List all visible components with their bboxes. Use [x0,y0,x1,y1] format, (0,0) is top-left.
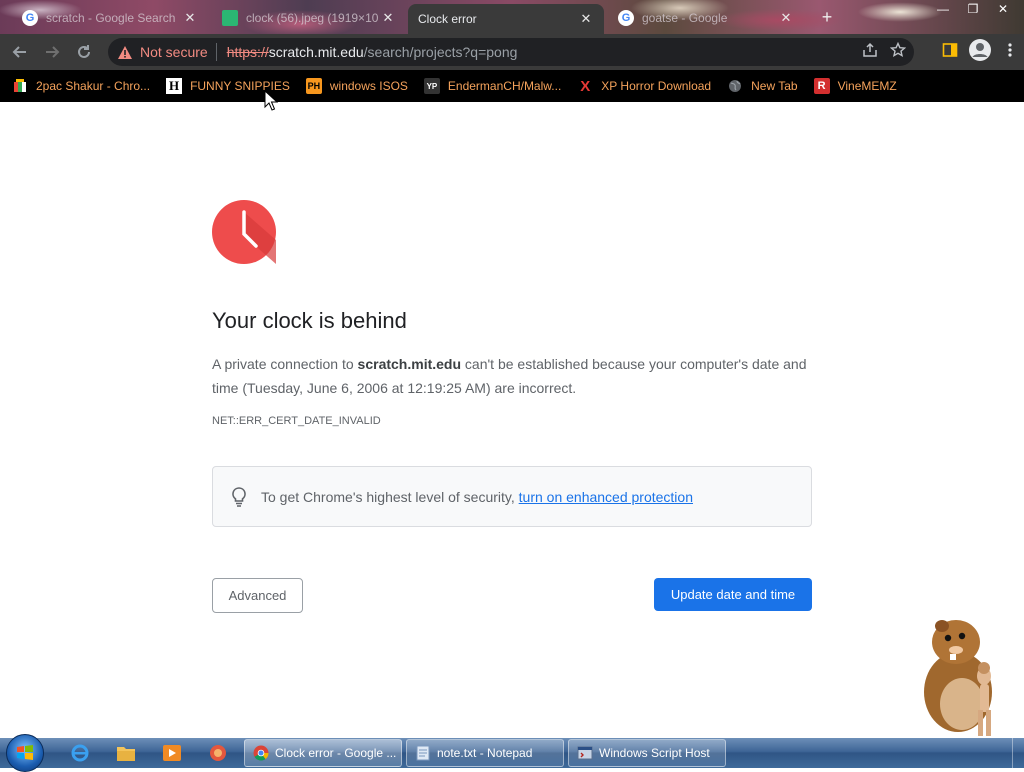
media-player-icon[interactable] [160,742,184,764]
url-path: /search/projects?q=pong [363,44,518,60]
tab-google[interactable]: G goatse - Google ✕ [608,4,804,32]
share-icon[interactable] [862,42,878,58]
internet-explorer-icon[interactable] [68,742,92,764]
forward-button[interactable] [38,38,66,66]
tab-scratch-search[interactable]: G scratch - Google Search ✕ [12,4,208,32]
warning-icon [118,45,132,59]
description-pre: A private connection to [212,356,358,372]
update-date-time-button[interactable]: Update date and time [654,578,812,611]
address-bar[interactable]: Not secure https://scratch.mit.edu/searc… [108,38,914,66]
image-tab-icon [222,10,238,26]
not-secure-label: Not secure [140,44,208,60]
arrow-right-icon [46,46,60,58]
app-launcher-icon[interactable] [206,742,230,764]
h-letter-icon: H [166,78,183,94]
windows-logo-icon [17,745,33,760]
bookmark-label: 2pac Shakur - Chro... [36,79,151,93]
reload-button[interactable] [70,38,98,66]
browser-toolbar: Not secure https://scratch.mit.edu/searc… [0,34,1024,70]
globe-icon [727,78,743,94]
page-title: Your clock is behind [212,308,407,333]
arrow-left-icon [12,46,26,58]
advanced-button[interactable]: Advanced [212,578,303,613]
close-icon[interactable]: ✕ [778,10,794,26]
interstitial-page: Your clock is behind A private connectio… [0,102,1024,738]
star-icon[interactable] [890,42,906,58]
tab-title: clock (56).jpeg (1919×10 [246,11,379,25]
description-host: scratch.mit.edu [357,356,462,372]
bookmark-label: New Tab [751,79,798,93]
bookmark-item[interactable]: X XP Horror Download [577,77,712,95]
tab-clock-error[interactable]: Clock error ✕ [408,4,604,34]
tab-strip: G scratch - Google Search ✕ clock (56).j… [0,0,1024,34]
bookmark-item[interactable]: 2pac Shakur - Chro... [12,78,150,94]
lightbulb-icon [232,486,246,507]
task-label: Clock error - Google ... [275,746,397,760]
error-description: A private connection to scratch.mit.edu … [212,352,812,400]
bookmark-item[interactable]: R VineMEMZ [813,78,897,94]
task-label: Windows Script Host [599,746,710,760]
start-button[interactable] [6,734,44,772]
new-tab-button[interactable]: + [816,6,838,28]
taskbar: Clock error - Google ... note.txt - Note… [0,734,1024,772]
kebab-menu-icon[interactable] [1002,42,1018,58]
task-label: note.txt - Notepad [437,746,533,760]
tab-title: goatse - Google [642,11,728,25]
enhanced-protection-link[interactable]: turn on enhanced protection [519,489,693,505]
enhanced-text: To get Chrome's highest level of securit… [261,488,515,505]
tab-title: scratch - Google Search [46,11,176,25]
bookmark-color-icon [12,78,28,94]
security-indicator[interactable]: Not secure [118,44,208,60]
taskbar-item-notepad[interactable]: note.txt - Notepad [406,739,564,767]
window-controls: — ❐ ✕ [928,0,1018,18]
close-icon[interactable]: ✕ [182,10,198,26]
profile-avatar-icon[interactable] [968,38,992,62]
url-scheme: https:// [226,44,269,60]
google-icon: G [22,10,38,26]
yp-icon: YP [423,78,440,94]
explorer-folder-icon[interactable] [114,742,138,764]
close-icon[interactable]: ✕ [578,11,594,27]
close-icon[interactable]: ✕ [380,10,396,26]
enhanced-protection-box: To get Chrome's highest level of securit… [212,466,812,527]
divider [215,43,217,61]
chrome-icon [253,745,269,761]
ph-icon: PH [305,78,322,94]
error-code: NET::ERR_CERT_DATE_INVALID [212,415,381,427]
bookmark-label: EndermanCH/Malw... [447,79,562,93]
bookmark-label: windows ISOS [329,79,408,93]
script-host-icon [577,746,593,760]
reload-icon [78,45,90,58]
taskbar-item-script-host[interactable]: Windows Script Host [568,739,726,767]
bookmark-item[interactable]: New Tab [727,78,798,94]
google-icon: G [618,10,634,26]
notepad-icon [416,745,430,761]
r-icon: R [813,78,830,94]
tab-clock-image[interactable]: clock (56).jpeg (1919×10 ✕ [212,4,406,32]
show-desktop-button[interactable] [1012,738,1024,768]
url-text[interactable]: https://scratch.mit.edu/search/projects?… [227,44,518,60]
close-window-button[interactable]: ✕ [988,0,1018,18]
side-panel-icon[interactable] [942,42,958,58]
minimize-button[interactable]: — [928,0,958,18]
tab-title: Clock error [418,12,477,26]
back-button[interactable] [6,38,34,66]
bookmark-item[interactable]: YP EndermanCH/Malw... [423,78,562,94]
bookmarks-bar: 2pac Shakur - Chro... H FUNNY SNIPPIES P… [0,70,1024,102]
clock-icon [212,200,276,264]
url-host: scratch.mit.edu [268,44,364,60]
bookmark-item[interactable]: PH windows ISOS [305,78,408,94]
maximize-button[interactable]: ❐ [958,0,988,18]
omnibox-actions [862,42,906,58]
bookmark-label: XP Horror Download [601,79,712,93]
mouse-cursor-icon [264,90,278,111]
hamster-mascot-icon [924,620,992,736]
x-icon: X [580,77,591,95]
bookmark-label: VineMEMZ [837,79,897,93]
toolbar-right [942,38,1018,62]
taskbar-item-chrome[interactable]: Clock error - Google ... [244,739,402,767]
